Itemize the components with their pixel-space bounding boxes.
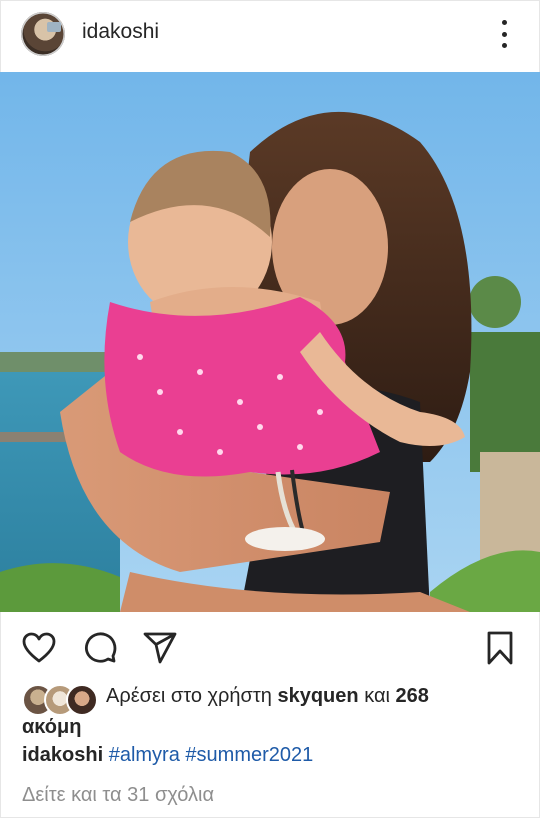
post-photo[interactable]	[0, 72, 540, 612]
send-icon[interactable]	[142, 630, 178, 666]
liker-avatar[interactable]	[66, 684, 98, 716]
liker-avatars[interactable]	[22, 684, 98, 716]
heart-icon[interactable]	[21, 630, 57, 666]
bookmark-icon[interactable]	[482, 630, 518, 666]
post-header: idakoshi	[0, 0, 540, 68]
likes-count[interactable]: 268	[396, 685, 429, 707]
likes-conj: και	[364, 685, 390, 707]
hashtag-almyra[interactable]: #almyra	[109, 744, 180, 766]
liker-username[interactable]: skyquen	[277, 685, 358, 707]
profile-avatar[interactable]	[21, 12, 65, 56]
comment-icon[interactable]	[82, 630, 118, 666]
post-caption: idakoshi #almyra #summer2021	[22, 744, 313, 767]
action-bar	[0, 622, 540, 672]
likes-text: Αρέσει στο χρήστη skyquen και 268	[106, 682, 429, 710]
post-username[interactable]: idakoshi	[82, 20, 159, 44]
likes-more[interactable]: ακόμη	[22, 713, 81, 741]
hashtag-summer2021[interactable]: #summer2021	[185, 744, 313, 766]
caption-username[interactable]: idakoshi	[22, 744, 103, 766]
more-vertical-icon[interactable]	[492, 20, 516, 48]
likes-prefix: Αρέσει στο χρήστη	[106, 685, 272, 707]
view-comments-link[interactable]: Δείτε και τα 31 σχόλια	[22, 784, 214, 807]
